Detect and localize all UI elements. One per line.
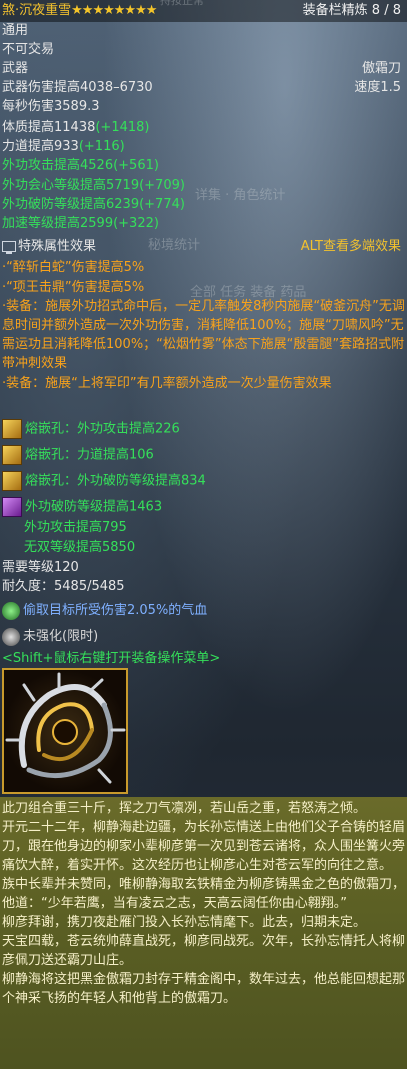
item-tooltip: 煞·沉夜重雪★★★★★★★★ 装备栏精炼 8 / 8 持按正常 通用 不可交易 …: [0, 0, 407, 1069]
five-color-stone: 外功破防等级提高1463: [2, 497, 405, 517]
item-description: 此刀组合重三十斤，挥之刀气凛冽，若山岳之重，若怒涛之倾。 开元二十二年，柳静海赴…: [0, 797, 407, 1069]
weapon-damage: 武器伤害提高4038–6730: [2, 80, 153, 95]
grey-orb-icon: [2, 627, 20, 646]
special-title: 特殊属性效果: [18, 239, 97, 254]
weapon-class: 傲霜刀: [361, 61, 401, 76]
purple-gem-icon: [2, 497, 22, 517]
special-line: ·“醉斩白蛇”伤害提高5%: [2, 260, 145, 275]
description-paragraph: 开元二十二年，柳静海赴边疆，为长孙忘情送上由他们父子合铸的轻眉刀，跟在他身边的柳…: [2, 820, 406, 873]
gold-gem-icon: [2, 471, 22, 491]
gem-slot: 熔嵌孔：外功攻击提高226: [2, 419, 405, 439]
damage-row: 武器伤害提高4038–6730 速度1.5: [2, 78, 405, 97]
description-paragraph: 族中长辈并未赞同，唯柳静海取玄铁精金为柳彦铸黑金之色的傲霜刀，他道：“少年若鹰，…: [2, 877, 406, 911]
required-level: 需要等级120: [2, 560, 79, 575]
five-color-attr: 无双等级提高5850: [24, 540, 136, 555]
special-equip-2: ·装备：施展“上将军印”有几率额外造成一次少量伤害效果: [2, 376, 332, 391]
monitor-icon: [2, 241, 16, 254]
gold-gem-icon: [2, 445, 22, 465]
enchant-row: 未强化(限时): [2, 627, 405, 646]
description-paragraph: 柳彦拜谢，携刀夜赴雁门投入长孙忘情麾下。此去，归期未定。: [2, 915, 367, 930]
durability: 耐久度：5485/5485: [2, 579, 125, 594]
menu-hint: <Shift+鼠标右键打开装备操作菜单>: [2, 651, 221, 666]
special-line: ·“项王击鼎”伤害提高5%: [2, 280, 145, 295]
quality-stars: ★★★★★★★★: [71, 3, 157, 18]
attr-row: 力道提高933(+116): [2, 139, 125, 154]
description-paragraph: 此刀组合重三十斤，挥之刀气凛冽，若山岳之重，若怒涛之倾。: [2, 801, 367, 816]
alt-hint: ALT查看多端效果: [300, 239, 401, 254]
enchant-row: 偷取目标所受伤害2.05%的气血: [2, 601, 405, 620]
blade-art-icon: [4, 670, 126, 792]
type-row: 武器 傲霜刀: [2, 59, 405, 78]
attack-speed: 速度1.5: [354, 80, 401, 95]
attr-row: 体质提高11438(+1418): [2, 120, 150, 135]
slot-label: 通用: [2, 23, 29, 38]
special-header: 特殊属性效果 ALT查看多端效果: [2, 237, 405, 256]
item-name: 煞·沉夜重雪: [2, 3, 72, 18]
description-paragraph: 天宝四载，苍云统帅薛直战死，柳彦同战死。次年，长孙忘情托人将柳彦佩刀送还霸刀山庄…: [2, 934, 406, 968]
faint-bg-tabs: 详集 · 角色统计: [195, 188, 286, 203]
type-label: 武器: [2, 61, 29, 76]
weapon-illustration: [2, 668, 128, 794]
description-paragraph: 柳静海将这把黑金傲霜刀封存于精金阁中，数年过去，他总能回想起那个神采飞扬的年轻人…: [2, 972, 406, 1006]
gem-slot: 熔嵌孔：外功破防等级提高834: [2, 471, 405, 491]
gold-gem-icon: [2, 419, 22, 439]
green-orb-icon: [2, 601, 20, 620]
special-equip-1: ·装备：施展外功招式命中后，一定几率触发8秒内施展“破釜沉舟”无调息时间并额外造…: [2, 299, 405, 371]
attr-row: 外功攻击提高4526(+561): [2, 158, 159, 173]
trade-label: 不可交易: [2, 42, 55, 57]
five-color-attr: 外功攻击提高795: [24, 520, 127, 535]
attr-row: 加速等级提高2599(+322): [2, 216, 159, 231]
faint-tab-label: 持按正常: [160, 0, 204, 7]
gem-slot: 熔嵌孔：力道提高106: [2, 445, 405, 465]
dps-label: 每秒伤害3589.3: [2, 99, 100, 114]
